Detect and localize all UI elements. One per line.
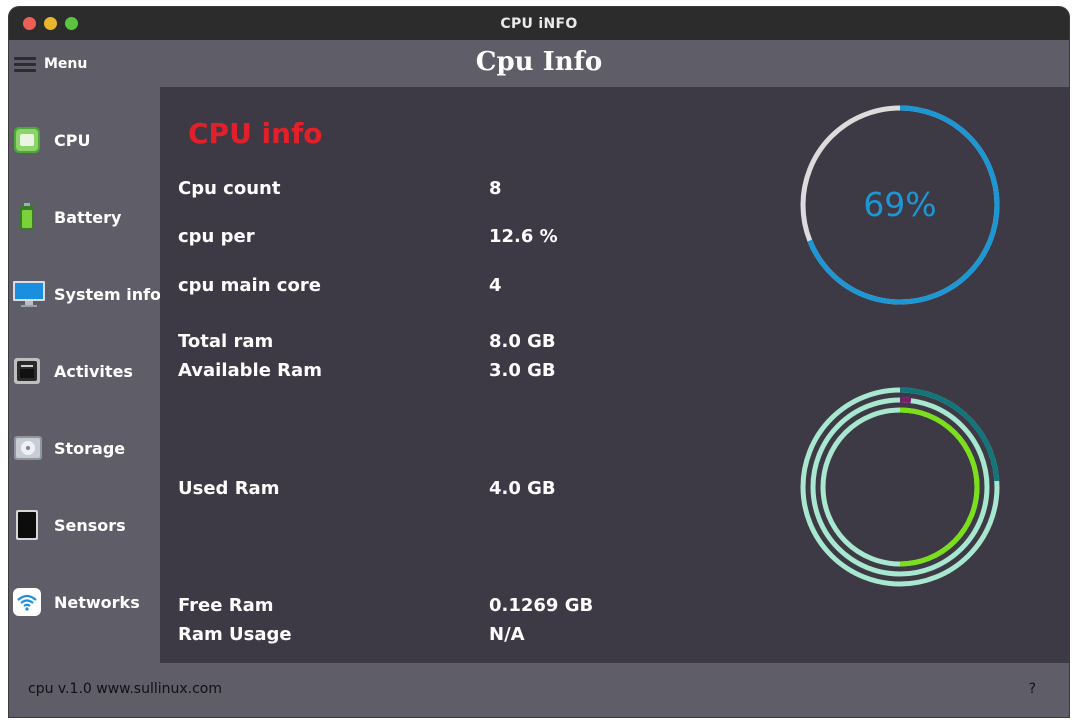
cpu-per-value: 12.6 %: [489, 226, 558, 247]
ram-usage-label: Ram Usage: [178, 624, 292, 645]
sidebar-item-label: CPU: [54, 130, 91, 150]
free-ram-value: 0.1269 GB: [489, 595, 594, 616]
sidebar: CPU Battery System info Activites Storag…: [9, 87, 162, 663]
close-window-button[interactable]: [23, 17, 36, 30]
cpu-count-label: Cpu count: [178, 178, 281, 199]
sidebar-item-cpu[interactable]: CPU: [9, 120, 160, 160]
monitor-icon: [13, 280, 45, 308]
sidebar-item-label: Networks: [54, 592, 140, 612]
cpu-main-core-label: cpu main core: [178, 275, 321, 296]
status-footer: cpu v.1.0 www.sullinux.com ?: [9, 663, 1069, 717]
used-ram-value: 4.0 GB: [489, 478, 556, 499]
title-bar: CPU iNFO: [9, 7, 1069, 40]
ram-usage-gauge: [800, 387, 1000, 587]
total-ram-label: Total ram: [178, 331, 274, 352]
available-ram-value: 3.0 GB: [489, 360, 556, 381]
app-title: Cpu Info: [475, 47, 603, 77]
minimize-window-button[interactable]: [44, 17, 57, 30]
ram-ring-middle-track: [810, 397, 990, 577]
cpu-count-value: 8: [489, 178, 502, 199]
used-ram-label: Used Ram: [178, 478, 280, 499]
sidebar-item-label: Storage: [54, 438, 126, 458]
sidebar-item-storage[interactable]: Storage: [9, 428, 160, 468]
total-ram-value: 8.0 GB: [489, 331, 556, 352]
app-header: Menu Cpu Info: [9, 40, 1069, 87]
section-title: CPU info: [188, 117, 323, 150]
free-ram-label: Free Ram: [178, 595, 274, 616]
wifi-icon: [13, 588, 41, 616]
sidebar-item-networks[interactable]: Networks: [9, 582, 160, 622]
cpu-info-panel: CPU info Cpu count 8 cpu per 12.6 % cpu …: [160, 87, 1069, 663]
cpu-gauge-percent: 69%: [863, 185, 937, 224]
cpu-per-label: cpu per: [178, 226, 255, 247]
version-text: cpu v.1.0 www.sullinux.com: [28, 681, 223, 697]
app-window: CPU iNFO Menu Cpu Info CPU Battery Syste…: [9, 7, 1069, 717]
sidebar-item-label: Activites: [54, 361, 133, 381]
network-port-icon: [13, 357, 41, 385]
maximize-window-button[interactable]: [65, 17, 78, 30]
window-title: CPU iNFO: [500, 15, 578, 32]
tablet-icon: [13, 509, 41, 540]
sidebar-item-label: Battery: [54, 207, 122, 227]
sidebar-item-system-info[interactable]: System info: [9, 274, 162, 314]
help-button[interactable]: ?: [1029, 681, 1036, 697]
sidebar-item-sensors[interactable]: Sensors: [9, 505, 160, 545]
available-ram-label: Available Ram: [178, 360, 322, 381]
cpu-icon: [13, 126, 41, 154]
ram-usage-value: N/A: [489, 624, 525, 645]
battery-icon: [13, 203, 41, 231]
sidebar-item-battery[interactable]: Battery: [9, 197, 160, 237]
cpu-usage-gauge: 69%: [800, 105, 1000, 305]
cpu-main-core-value: 4: [489, 275, 502, 296]
sidebar-item-label: System info: [54, 284, 162, 304]
sidebar-item-label: Sensors: [54, 515, 126, 535]
sidebar-item-activites[interactable]: Activites: [9, 351, 160, 391]
hard-drive-icon: [13, 434, 42, 462]
